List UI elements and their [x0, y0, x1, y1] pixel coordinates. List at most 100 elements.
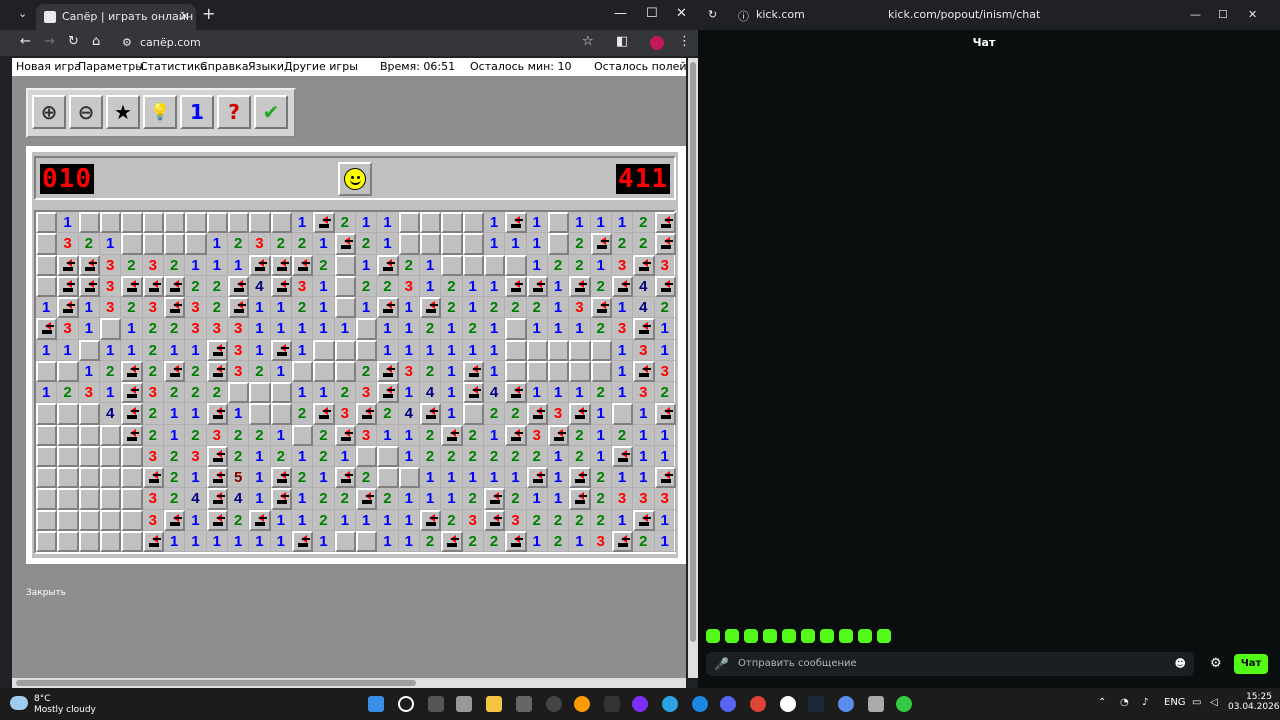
cell-number[interactable]: 2 — [462, 445, 484, 467]
cell-number[interactable]: 1 — [249, 488, 271, 510]
cell-number[interactable]: 1 — [654, 318, 676, 340]
cell-unopened[interactable] — [547, 233, 570, 255]
cell-number[interactable]: 4 — [227, 488, 250, 510]
cell-number[interactable]: 1 — [270, 360, 292, 382]
cell-number[interactable]: 1 — [483, 424, 506, 446]
cell-number[interactable]: 2 — [142, 339, 164, 361]
cell-number[interactable]: 2 — [355, 275, 378, 297]
app-icon[interactable] — [516, 696, 532, 712]
cell-unopened[interactable] — [142, 212, 164, 234]
cell-number[interactable]: 1 — [313, 382, 335, 404]
tab-close-icon[interactable]: × — [180, 9, 190, 23]
cell-unopened[interactable] — [78, 424, 100, 446]
discord-icon[interactable] — [720, 696, 736, 712]
cell-number[interactable]: 3 — [633, 382, 655, 404]
cell-flag-icon[interactable] — [121, 424, 143, 446]
cell-number[interactable]: 3 — [99, 254, 122, 276]
cell-flag-icon[interactable] — [419, 297, 442, 319]
cell-flag-icon[interactable] — [142, 275, 164, 297]
cell-number[interactable]: 3 — [462, 509, 484, 531]
cell-number[interactable]: 1 — [590, 424, 612, 446]
cell-flag-icon[interactable] — [505, 275, 527, 297]
cell-flag-icon[interactable] — [334, 467, 356, 489]
cell-number[interactable]: 1 — [441, 488, 463, 510]
cell-number[interactable]: 1 — [163, 339, 186, 361]
cell-number[interactable]: 1 — [590, 445, 612, 467]
cell-unopened[interactable] — [78, 488, 100, 510]
cell-number[interactable]: 2 — [121, 254, 143, 276]
cell-number[interactable]: 1 — [462, 297, 484, 319]
cell-number[interactable]: 1 — [611, 382, 634, 404]
cell-number[interactable]: 1 — [462, 339, 484, 361]
cell-unopened[interactable] — [590, 360, 612, 382]
minefield-grid[interactable]: 1121111111232112322121111222323211121211… — [34, 210, 676, 554]
cell-number[interactable]: 2 — [206, 297, 228, 319]
extensions-icon[interactable]: ◧ — [616, 34, 628, 49]
cell-number[interactable]: 1 — [313, 297, 335, 319]
cell-number[interactable]: 3 — [185, 318, 207, 340]
cell-flag-icon[interactable] — [206, 467, 228, 489]
cell-number[interactable]: 2 — [505, 445, 527, 467]
emote-icon[interactable] — [725, 629, 739, 643]
cell-unopened[interactable] — [99, 424, 122, 446]
cell-number[interactable]: 2 — [419, 318, 442, 340]
cell-flag-icon[interactable] — [291, 254, 314, 276]
cell-number[interactable]: 1 — [419, 339, 442, 361]
cell-number[interactable]: 2 — [462, 488, 484, 510]
cell-flag-icon[interactable] — [249, 254, 271, 276]
cell-number[interactable]: 1 — [99, 382, 122, 404]
cell-unopened[interactable] — [291, 360, 314, 382]
cell-number[interactable]: 2 — [142, 318, 164, 340]
cell-number[interactable]: 4 — [633, 297, 655, 319]
cell-number[interactable]: 3 — [99, 297, 122, 319]
cell-unopened[interactable] — [505, 360, 527, 382]
cell-number[interactable]: 3 — [633, 488, 655, 510]
cell-number[interactable]: 2 — [185, 360, 207, 382]
cell-unopened[interactable] — [419, 233, 442, 255]
cell-number[interactable]: 1 — [36, 297, 58, 319]
cell-number[interactable]: 4 — [633, 275, 655, 297]
cell-number[interactable]: 1 — [547, 445, 570, 467]
cell-unopened[interactable] — [398, 233, 420, 255]
cell-flag-icon[interactable] — [249, 509, 271, 531]
cell-number[interactable]: 2 — [569, 445, 591, 467]
cell-number[interactable]: 2 — [78, 233, 100, 255]
cell-number[interactable]: 2 — [654, 297, 676, 319]
cell-number[interactable]: 2 — [227, 509, 250, 531]
cell-number[interactable]: 3 — [142, 297, 164, 319]
cell-number[interactable]: 1 — [547, 467, 570, 489]
cell-number[interactable]: 3 — [249, 233, 271, 255]
cell-number[interactable]: 1 — [483, 233, 506, 255]
cell-flag-icon[interactable] — [419, 509, 442, 531]
cell-number[interactable]: 3 — [547, 403, 570, 425]
cell-number[interactable]: 1 — [249, 467, 271, 489]
cell-number[interactable]: 2 — [633, 233, 655, 255]
cell-number[interactable]: 3 — [227, 339, 250, 361]
cell-number[interactable]: 2 — [441, 509, 463, 531]
cell-number[interactable]: 1 — [377, 509, 399, 531]
cell-number[interactable]: 2 — [313, 254, 335, 276]
cell-unopened[interactable] — [99, 509, 122, 531]
cell-number[interactable]: 2 — [121, 297, 143, 319]
cell-number[interactable]: 1 — [377, 318, 399, 340]
cell-number[interactable]: 2 — [547, 530, 570, 552]
cell-number[interactable]: 1 — [611, 339, 634, 361]
cell-unopened[interactable] — [355, 445, 378, 467]
back-icon[interactable]: ← — [20, 34, 31, 49]
cell-number[interactable]: 2 — [462, 530, 484, 552]
cell-number[interactable]: 1 — [206, 233, 228, 255]
cell-unopened[interactable] — [249, 212, 271, 234]
cell-number[interactable]: 2 — [590, 509, 612, 531]
cell-number[interactable]: 1 — [419, 467, 442, 489]
cell-flag-icon[interactable] — [227, 275, 250, 297]
cell-number[interactable]: 1 — [611, 212, 634, 234]
cell-number[interactable]: 3 — [334, 403, 356, 425]
cell-number[interactable]: 3 — [611, 488, 634, 510]
menu-new-game[interactable]: Новая игра — [16, 60, 81, 73]
cell-number[interactable]: 3 — [142, 488, 164, 510]
cell-number[interactable]: 1 — [633, 467, 655, 489]
cell-flag-icon[interactable] — [163, 275, 186, 297]
cell-number[interactable]: 1 — [355, 254, 378, 276]
cell-unopened[interactable] — [313, 360, 335, 382]
cell-flag-icon[interactable] — [206, 509, 228, 531]
